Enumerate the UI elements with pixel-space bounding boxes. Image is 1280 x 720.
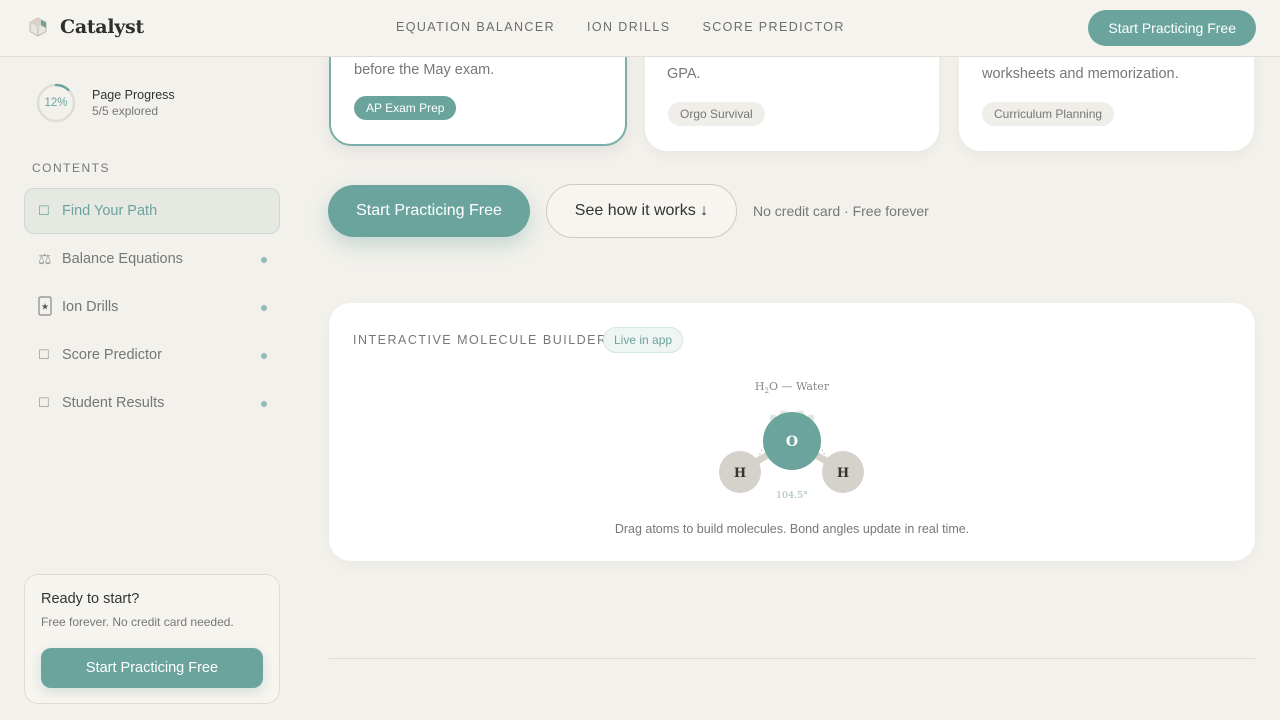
see-how-it-works-button[interactable]: See how it works ↓ [546, 184, 737, 238]
live-in-app-badge: Live in app [603, 327, 684, 353]
scale-icon: ⚖ [38, 251, 52, 268]
sidebar-item-label: Ion Drills [62, 299, 119, 315]
sidebar-item-student-results[interactable]: ☐ Student Results [24, 380, 280, 426]
sidebar-item-score-predictor[interactable]: ☐ Score Predictor [24, 332, 280, 378]
cube-logo-icon [29, 17, 47, 37]
cta-note: No credit card · Free forever [753, 203, 929, 219]
sidebar-item-balance-equations[interactable]: ⚖ Balance Equations [24, 236, 280, 282]
sidebar-item-find-your-path[interactable]: ☐ Find Your Path [24, 188, 280, 234]
oxygen-atom-label: O [786, 434, 798, 450]
section-divider [329, 658, 1255, 659]
svg-text:★: ★ [41, 302, 49, 312]
sidebar-item-label: Score Predictor [62, 347, 162, 363]
sidebar-item-ion-drills[interactable]: ★ Ion Drills [24, 284, 280, 330]
sidebar-item-label: Balance Equations [62, 251, 183, 267]
card-description: GPA. [667, 66, 701, 82]
unread-dot [261, 257, 267, 263]
card-description: before the May exam. [354, 62, 495, 78]
unread-dot [261, 305, 267, 311]
sidebar: 12% Page Progress 5/5 explored CONTENTS … [0, 57, 304, 720]
compass-icon: ☐ [38, 203, 50, 218]
builder-title: INTERACTIVE MOLECULE BUILDER [353, 333, 608, 347]
header-start-button[interactable]: Start Practicing Free [1088, 10, 1256, 46]
nav-equation-balancer[interactable]: EQUATION BALANCER [396, 20, 555, 34]
card-tag: AP Exam Prep [354, 96, 457, 120]
card-tag: Orgo Survival [668, 102, 765, 126]
page-progress: 12% Page Progress 5/5 explored [36, 83, 175, 123]
main-nav: EQUATION BALANCER ION DRILLS SCORE PREDI… [396, 20, 845, 34]
progress-subtitle: 5/5 explored [92, 104, 159, 118]
progress-ring: 12% [36, 83, 76, 123]
trophy-icon: ☐ [38, 395, 50, 410]
top-header: Catalyst EQUATION BALANCER ION DRILLS SC… [0, 0, 1280, 57]
chart-icon: ☐ [38, 347, 50, 362]
builder-caption: Drag atoms to build molecules. Bond angl… [614, 522, 970, 536]
ready-title: Ready to start? [41, 591, 140, 607]
logo-text: Catalyst [60, 16, 144, 38]
sidebar-menu: ☐ Find Your Path ⚖ Balance Equations ★ I… [24, 188, 280, 428]
sidebar-start-button[interactable]: Start Practicing Free [41, 648, 263, 688]
star-card-icon: ★ [38, 295, 52, 319]
molecule-formula: H2O — Water [755, 380, 830, 395]
progress-title: Page Progress [92, 88, 175, 102]
card-tag: Curriculum Planning [982, 102, 1115, 126]
ready-subtitle: Free forever. No credit card needed. [41, 615, 234, 629]
unread-dot [261, 353, 267, 359]
unread-dot [261, 401, 267, 407]
ready-to-start-card: Ready to start? Free forever. No credit … [24, 574, 280, 704]
hydrogen-atom-label: H [837, 466, 849, 481]
progress-percent: 12% [44, 97, 68, 109]
card-description: worksheets and memorization. [982, 66, 1179, 82]
water-molecule-diagram[interactable]: H2O — Water O H H 104.5° [709, 373, 875, 513]
hydrogen-atom-label: H [734, 466, 746, 481]
bond-angle-label: 104.5° [776, 490, 808, 501]
molecule-builder-panel: INTERACTIVE MOLECULE BUILDER Live in app… [329, 303, 1255, 561]
nav-score-predictor[interactable]: SCORE PREDICTOR [702, 20, 844, 34]
sidebar-item-label: Student Results [62, 395, 165, 411]
nav-ion-drills[interactable]: ION DRILLS [587, 20, 670, 34]
logo[interactable]: Catalyst [28, 16, 144, 38]
sidebar-item-label: Find Your Path [62, 203, 158, 219]
contents-heading: CONTENTS [32, 161, 110, 175]
start-practicing-button[interactable]: Start Practicing Free [328, 185, 530, 237]
